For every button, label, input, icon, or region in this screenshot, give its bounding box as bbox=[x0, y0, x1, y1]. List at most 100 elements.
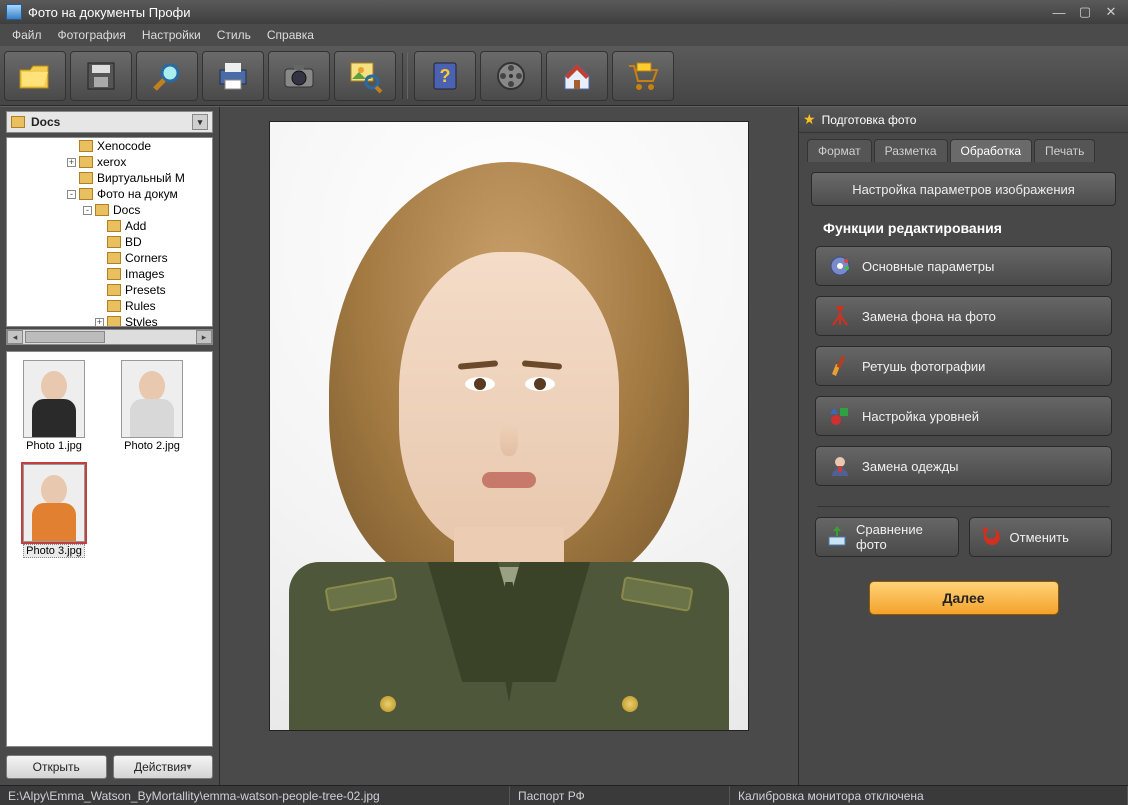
function-levels[interactable]: Настройка уровней bbox=[815, 396, 1112, 436]
toolbar-open[interactable] bbox=[4, 51, 66, 101]
tree-node[interactable]: -Docs bbox=[7, 202, 212, 218]
folder-icon bbox=[107, 268, 121, 280]
toolbar-image-search[interactable] bbox=[334, 51, 396, 101]
tree-node[interactable]: Виртуальный М bbox=[7, 170, 212, 186]
body: Docs ▾ Xenocode+xeroxВиртуальный М-Фото … bbox=[0, 106, 1128, 785]
path-selector[interactable]: Docs ▾ bbox=[6, 111, 213, 133]
compare-label: Сравнение фото bbox=[856, 522, 948, 552]
photo-preview[interactable] bbox=[269, 121, 749, 731]
path-dropdown-button[interactable]: ▾ bbox=[192, 114, 208, 130]
actions-button[interactable]: Действия bbox=[113, 755, 214, 779]
functions-title: Функции редактирования bbox=[823, 220, 1122, 236]
tree-node-label: Xenocode bbox=[97, 138, 151, 154]
toolbar-camera[interactable] bbox=[268, 51, 330, 101]
scroll-left-button[interactable]: ◂ bbox=[7, 330, 23, 344]
scroll-right-button[interactable]: ▸ bbox=[196, 330, 212, 344]
statusbar: E:\Alpy\Emma_Watson_ByMortallity\emma-wa… bbox=[0, 785, 1128, 805]
tree-node-label: Фото на докум bbox=[97, 186, 178, 202]
toolbar-home[interactable] bbox=[546, 51, 608, 101]
tree-expand-icon[interactable]: + bbox=[67, 158, 76, 167]
tab-processing[interactable]: Обработка bbox=[950, 139, 1033, 162]
open-button[interactable]: Открыть bbox=[6, 755, 107, 779]
titlebar[interactable]: Фото на документы Профи — ▢ ✕ bbox=[0, 0, 1128, 24]
toolbar-zoom[interactable] bbox=[136, 51, 198, 101]
tab-markup[interactable]: Разметка bbox=[874, 139, 948, 162]
function-gear[interactable]: Основные параметры bbox=[815, 246, 1112, 286]
tree-expand-icon[interactable]: - bbox=[67, 190, 76, 199]
folder-icon bbox=[107, 284, 121, 296]
tree-node[interactable]: - Фото на докум bbox=[7, 186, 212, 202]
tree-node-label: Corners bbox=[125, 250, 168, 266]
tree-node[interactable]: BD bbox=[7, 234, 212, 250]
save-icon bbox=[83, 58, 119, 94]
tree-expand-icon[interactable]: - bbox=[83, 206, 92, 215]
menu-settings[interactable]: Настройки bbox=[134, 26, 209, 44]
tab-print[interactable]: Печать bbox=[1034, 139, 1095, 162]
undo-icon bbox=[980, 525, 1002, 550]
thumbnail-item[interactable]: Photo 3.jpg bbox=[15, 464, 93, 558]
tree-node[interactable]: Presets bbox=[7, 282, 212, 298]
thumbnail-image bbox=[23, 464, 85, 542]
function-label: Настройка уровней bbox=[862, 409, 979, 424]
menu-style[interactable]: Стиль bbox=[209, 26, 259, 44]
right-panel-title: Подготовка фото bbox=[822, 113, 917, 127]
status-calibration: Калибровка монитора отключена bbox=[730, 786, 1128, 805]
home-icon bbox=[559, 58, 595, 94]
center-panel bbox=[220, 107, 798, 785]
photo-face bbox=[399, 252, 619, 552]
right-panel: ★ Подготовка фото ФорматРазметкаОбработк… bbox=[798, 107, 1128, 785]
folder-icon bbox=[107, 252, 121, 264]
tree-node[interactable]: Images bbox=[7, 266, 212, 282]
tree-node[interactable]: Corners bbox=[7, 250, 212, 266]
maximize-button[interactable]: ▢ bbox=[1074, 4, 1096, 20]
function-label: Ретушь фотографии bbox=[862, 359, 985, 374]
thumbnail-caption: Photo 3.jpg bbox=[23, 544, 85, 558]
help-book-icon: ? bbox=[427, 58, 463, 94]
folder-tree[interactable]: Xenocode+xeroxВиртуальный М-Фото на доку… bbox=[6, 137, 213, 327]
tab-format[interactable]: Формат bbox=[807, 139, 872, 162]
tree-expand-icon[interactable]: + bbox=[95, 318, 104, 327]
tree-node[interactable]: Rules bbox=[7, 298, 212, 314]
tree-node[interactable]: Add bbox=[7, 218, 212, 234]
close-button[interactable]: ✕ bbox=[1100, 4, 1122, 20]
tree-node[interactable]: Xenocode bbox=[7, 138, 212, 154]
clothes-icon bbox=[828, 454, 852, 478]
tree-node[interactable]: +Styles bbox=[7, 314, 212, 327]
menu-photo[interactable]: Фотография bbox=[50, 26, 134, 44]
compare-photo-button[interactable]: Сравнение фото bbox=[815, 517, 959, 557]
toolbar-film[interactable] bbox=[480, 51, 542, 101]
thumbnail-item[interactable]: Photo 2.jpg bbox=[113, 360, 191, 452]
status-format: Паспорт РФ bbox=[510, 786, 730, 805]
folder-icon bbox=[79, 140, 93, 152]
levels-icon bbox=[828, 404, 852, 428]
app-title: Фото на документы Профи bbox=[28, 5, 191, 20]
image-params-button[interactable]: Настройка параметров изображения bbox=[811, 172, 1116, 206]
toolbar-help[interactable]: ? bbox=[414, 51, 476, 101]
tree-horizontal-scrollbar[interactable]: ◂ ▸ bbox=[6, 329, 213, 345]
function-label: Замена фона на фото bbox=[862, 309, 996, 324]
next-button[interactable]: Далее bbox=[869, 581, 1059, 615]
minimize-button[interactable]: — bbox=[1048, 4, 1070, 20]
tree-node[interactable]: +xerox bbox=[7, 154, 212, 170]
scroll-thumb[interactable] bbox=[25, 331, 105, 343]
toolbar-print[interactable] bbox=[202, 51, 264, 101]
brush-icon bbox=[828, 354, 852, 378]
toolbar-cart[interactable] bbox=[612, 51, 674, 101]
menubar: Файл Фотография Настройки Стиль Справка bbox=[0, 24, 1128, 46]
toolbar-separator bbox=[402, 53, 408, 99]
tree-node-label: Presets bbox=[125, 282, 166, 298]
function-tripod[interactable]: Замена фона на фото bbox=[815, 296, 1112, 336]
undo-button[interactable]: Отменить bbox=[969, 517, 1113, 557]
image-magnifier-icon bbox=[347, 58, 383, 94]
left-panel: Docs ▾ Xenocode+xeroxВиртуальный М-Фото … bbox=[0, 107, 220, 785]
right-panel-header: ★ Подготовка фото bbox=[799, 107, 1128, 133]
menu-file[interactable]: Файл bbox=[4, 26, 50, 44]
thumbnails-panel: Photo 1.jpg Photo 2.jpg Photo 3.jpg bbox=[6, 351, 213, 747]
menu-help[interactable]: Справка bbox=[259, 26, 322, 44]
folder-icon bbox=[11, 116, 25, 128]
function-brush[interactable]: Ретушь фотографии bbox=[815, 346, 1112, 386]
toolbar-save[interactable] bbox=[70, 51, 132, 101]
function-clothes[interactable]: Замена одежды bbox=[815, 446, 1112, 486]
print-icon bbox=[215, 58, 251, 94]
thumbnail-item[interactable]: Photo 1.jpg bbox=[15, 360, 93, 452]
